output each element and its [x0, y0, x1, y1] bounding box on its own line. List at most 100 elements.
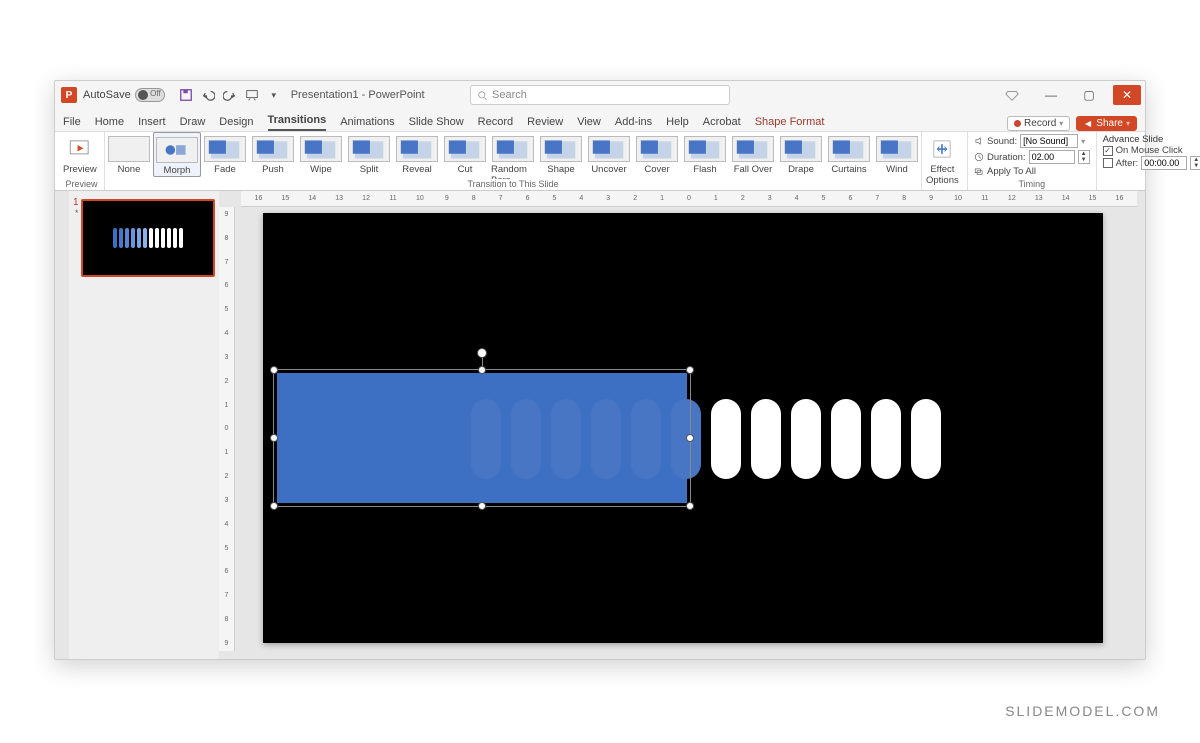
selection-bounding-box — [273, 369, 691, 507]
transition-cut[interactable]: Cut — [441, 132, 489, 175]
sound-label: Sound: — [987, 136, 1017, 147]
tab-record-tab[interactable]: Record — [478, 116, 513, 131]
tab-acrobat[interactable]: Acrobat — [703, 116, 741, 131]
record-button[interactable]: Record▾ — [1007, 116, 1070, 131]
transition-thumb-icon — [540, 136, 582, 162]
transition-label: None — [118, 164, 141, 175]
transition-indicator-icon: * — [75, 208, 79, 218]
transition-label: Morph — [164, 165, 191, 176]
transition-wipe[interactable]: Wipe — [297, 132, 345, 175]
tab-view[interactable]: View — [577, 116, 601, 131]
sound-dropdown[interactable] — [1020, 134, 1078, 148]
tab-help[interactable]: Help — [666, 116, 689, 131]
tab-draw[interactable]: Draw — [180, 116, 206, 131]
ruler-tick: 11 — [971, 195, 998, 202]
on-mouse-click-checkbox[interactable]: ✓ — [1103, 146, 1113, 156]
resize-handle-se[interactable] — [686, 502, 694, 510]
ruler-tick: 3 — [756, 195, 783, 202]
undo-icon[interactable] — [200, 87, 216, 103]
slide-canvas[interactable] — [263, 213, 1103, 643]
ruler-tick: 1 — [225, 449, 229, 456]
pill-shape-white[interactable] — [751, 399, 781, 479]
rotate-handle[interactable] — [477, 348, 487, 358]
resize-handle-sw[interactable] — [270, 502, 278, 510]
on-mouse-click-label: On Mouse Click — [1116, 145, 1183, 156]
tab-transitions[interactable]: Transitions — [268, 114, 327, 131]
transition-uncover[interactable]: Uncover — [585, 132, 633, 175]
share-button[interactable]: Share▾ — [1076, 116, 1137, 131]
thumbnail-content — [113, 228, 183, 248]
save-icon[interactable] — [178, 87, 194, 103]
duration-input[interactable] — [1029, 150, 1075, 164]
tab-design[interactable]: Design — [219, 116, 253, 131]
transition-label: Wind — [886, 164, 908, 175]
transition-label: Curtains — [831, 164, 866, 175]
transition-label: Reveal — [402, 164, 432, 175]
tab-addins[interactable]: Add-ins — [615, 116, 652, 131]
tab-review[interactable]: Review — [527, 116, 563, 131]
transition-drape[interactable]: Drape — [777, 132, 825, 175]
tab-insert[interactable]: Insert — [138, 116, 166, 131]
ruler-tick: 2 — [729, 195, 756, 202]
work-area: 1 * 161514131211109876543210123456789101… — [55, 191, 1145, 659]
redo-icon[interactable] — [222, 87, 238, 103]
transition-fade[interactable]: Fade — [201, 132, 249, 175]
after-input[interactable] — [1141, 156, 1187, 170]
transition-label: Drape — [788, 164, 814, 175]
effect-options-button[interactable]: Effect Options ▾ — [922, 132, 963, 197]
transition-split[interactable]: Split — [345, 132, 393, 175]
transition-morph[interactable]: Morph — [153, 132, 201, 177]
close-button[interactable]: ✕ — [1113, 85, 1141, 105]
after-checkbox[interactable] — [1103, 158, 1113, 168]
slide-thumbnail-pane[interactable]: 1 * — [69, 191, 219, 659]
tab-slideshow[interactable]: Slide Show — [409, 116, 464, 131]
apply-all-button[interactable]: Apply To All — [974, 166, 1090, 177]
autosave-toggle[interactable]: Off — [135, 88, 165, 102]
transition-thumb-icon — [204, 136, 246, 162]
tab-home[interactable]: Home — [95, 116, 124, 131]
transition-flash[interactable]: Flash — [681, 132, 729, 175]
preview-button[interactable]: Preview — [59, 132, 101, 175]
transition-label: Push — [262, 164, 284, 175]
minimize-button[interactable]: — — [1037, 85, 1065, 105]
qat-dropdown-icon[interactable]: ▾ — [266, 87, 282, 103]
resize-handle-ne[interactable] — [686, 366, 694, 374]
transition-push[interactable]: Push — [249, 132, 297, 175]
resize-handle-w[interactable] — [270, 434, 278, 442]
resize-handle-s[interactable] — [478, 502, 486, 510]
premium-diamond-icon[interactable] — [1005, 88, 1019, 102]
transition-shape[interactable]: Shape — [537, 132, 585, 175]
pill-shape-white[interactable] — [831, 399, 861, 479]
pill-shape-white[interactable] — [711, 399, 741, 479]
pill-shape-white[interactable] — [791, 399, 821, 479]
pill-shape-white[interactable] — [911, 399, 941, 479]
autosave-label: AutoSave — [83, 89, 131, 101]
transition-fall-over[interactable]: Fall Over — [729, 132, 777, 175]
transition-random-bars[interactable]: Random Bars — [489, 132, 537, 179]
resize-handle-nw[interactable] — [270, 366, 278, 374]
transition-label: Uncover — [591, 164, 626, 175]
slide-thumbnail-1[interactable] — [81, 199, 215, 277]
resize-handle-n[interactable] — [478, 366, 486, 374]
tab-shape-format[interactable]: Shape Format — [755, 116, 825, 131]
transition-wind[interactable]: Wind — [873, 132, 921, 175]
ruler-tick: 14 — [1052, 195, 1079, 202]
transition-cover[interactable]: Cover — [633, 132, 681, 175]
search-input[interactable]: Search — [470, 85, 730, 105]
after-spinner[interactable]: ▲▼ — [1190, 156, 1200, 170]
ruler-tick: 3 — [225, 497, 229, 504]
transition-curtains[interactable]: Curtains — [825, 132, 873, 175]
transition-reveal[interactable]: Reveal — [393, 132, 441, 175]
tab-file[interactable]: File — [63, 116, 81, 131]
maximize-button[interactable]: ▢ — [1075, 85, 1103, 105]
duration-spinner[interactable]: ▲▼ — [1078, 150, 1090, 164]
ruler-tick: 9 — [225, 640, 229, 647]
tab-animations[interactable]: Animations — [340, 116, 394, 131]
resize-handle-e[interactable] — [686, 434, 694, 442]
search-icon — [477, 90, 488, 101]
ruler-tick: 4 — [225, 330, 229, 337]
transition-thumb-icon — [732, 136, 774, 162]
pill-shape-white[interactable] — [871, 399, 901, 479]
slideshow-icon[interactable] — [244, 87, 260, 103]
transition-none[interactable]: None — [105, 132, 153, 175]
